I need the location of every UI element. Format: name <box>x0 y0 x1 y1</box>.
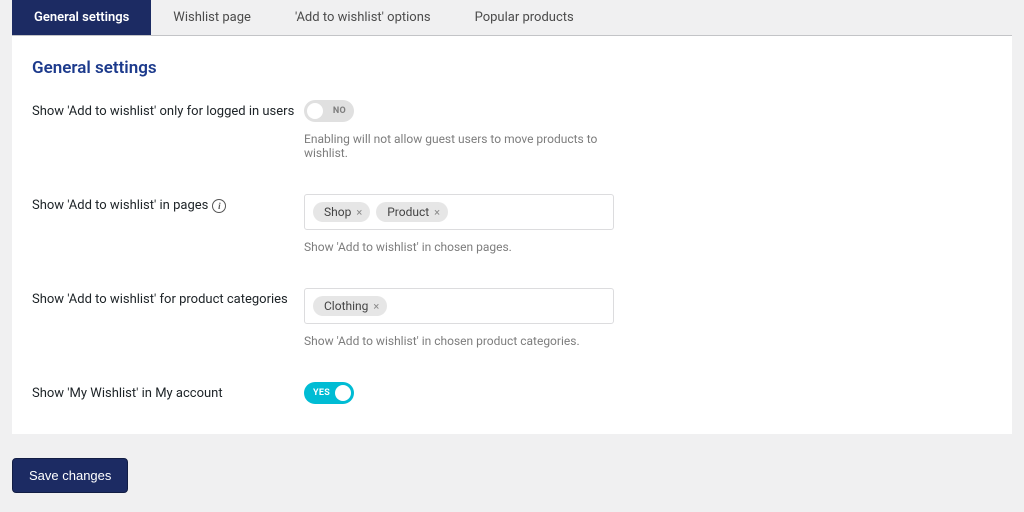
panel-title: General settings <box>32 58 992 78</box>
row-pages: Show 'Add to wishlist' in pages i Shop ×… <box>32 194 992 254</box>
tab-general-settings[interactable]: General settings <box>12 0 151 35</box>
toggle-my-account[interactable]: YES <box>304 382 354 404</box>
label-my-account: Show 'My Wishlist' in My account <box>32 382 304 401</box>
tag-label: Shop <box>324 205 351 219</box>
tab-popular-products[interactable]: Popular products <box>453 0 596 35</box>
help-logged-in-only: Enabling will not allow guest users to m… <box>304 132 644 160</box>
tag-product: Product × <box>376 202 448 222</box>
label-logged-in-only: Show 'Add to wishlist' only for logged i… <box>32 100 304 119</box>
toggle-text: YES <box>313 388 330 398</box>
settings-panel: General settings Show 'Add to wishlist' … <box>12 36 1012 434</box>
toggle-text: NO <box>333 106 346 116</box>
tag-remove-icon[interactable]: × <box>356 207 362 218</box>
pages-tag-input[interactable]: Shop × Product × <box>304 194 614 230</box>
tag-label: Clothing <box>324 299 368 313</box>
tag-label: Product <box>387 205 429 219</box>
toggle-logged-in-only[interactable]: NO <box>304 100 354 122</box>
tag-shop: Shop × <box>313 202 370 222</box>
row-logged-in-only: Show 'Add to wishlist' only for logged i… <box>32 100 992 160</box>
tab-add-to-wishlist-options[interactable]: 'Add to wishlist' options <box>273 0 453 35</box>
row-categories: Show 'Add to wishlist' for product categ… <box>32 288 992 348</box>
help-categories: Show 'Add to wishlist' in chosen product… <box>304 334 644 348</box>
info-icon[interactable]: i <box>212 199 226 213</box>
help-pages: Show 'Add to wishlist' in chosen pages. <box>304 240 644 254</box>
save-changes-button[interactable]: Save changes <box>12 458 128 493</box>
tab-wishlist-page[interactable]: Wishlist page <box>151 0 273 35</box>
tag-remove-icon[interactable]: × <box>434 207 440 218</box>
tag-remove-icon[interactable]: × <box>373 301 379 312</box>
tag-clothing: Clothing × <box>313 296 387 316</box>
row-my-account: Show 'My Wishlist' in My account YES <box>32 382 992 404</box>
categories-tag-input[interactable]: Clothing × <box>304 288 614 324</box>
label-pages: Show 'Add to wishlist' in pages <box>32 198 208 213</box>
tabs-nav: General settings Wishlist page 'Add to w… <box>12 0 1012 36</box>
label-categories: Show 'Add to wishlist' for product categ… <box>32 288 304 307</box>
